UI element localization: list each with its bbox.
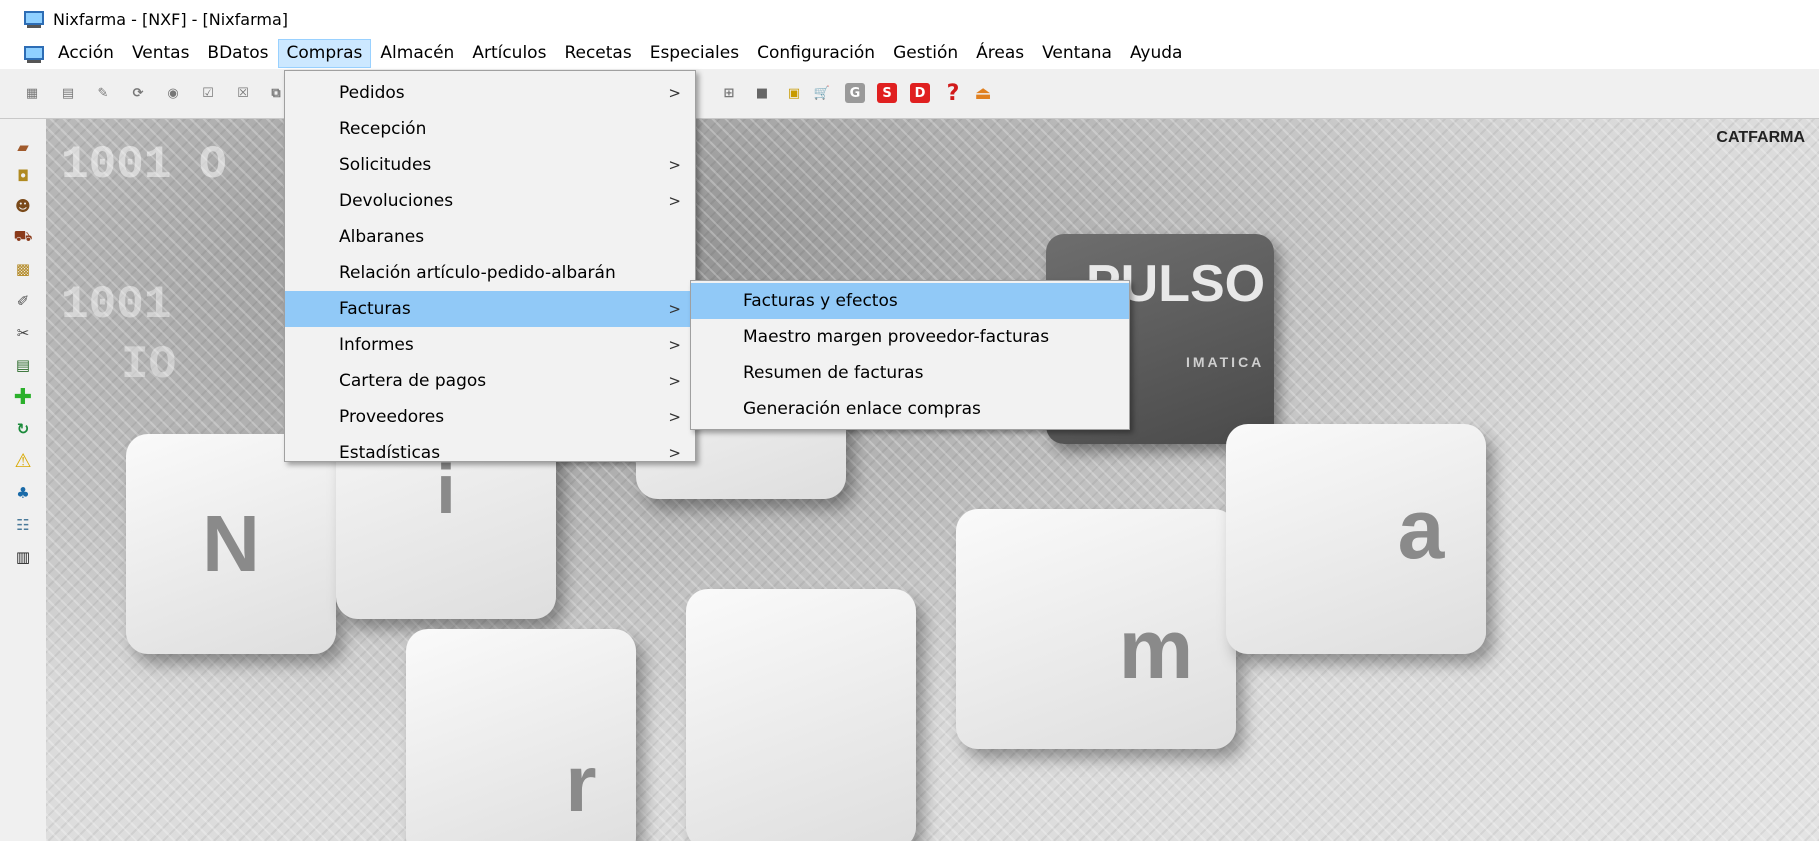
cart-icon-left[interactable]: ⛟ xyxy=(13,227,33,247)
menu-gestion[interactable]: Gestión xyxy=(884,39,967,68)
toolbar: ▦ ▤ ✎ ⟳ ◉ ☑ ☒ ⧉ ⊞ ■ ▣ 🛒 G S D ? ⏏ xyxy=(0,69,1819,119)
chevron-right-icon: > xyxy=(668,156,681,174)
copy-icon[interactable]: ⧉ xyxy=(266,83,286,103)
cancel-box-icon[interactable]: ☒ xyxy=(233,83,253,103)
menu-compras[interactable]: Compras xyxy=(277,39,372,68)
transfer-icon[interactable]: ▣ xyxy=(784,83,804,103)
menu-areas[interactable]: Áreas xyxy=(967,39,1033,68)
submenu-item-generacion-enlace[interactable]: Generación enlace compras xyxy=(691,391,1129,427)
submenu-item-maestro-margen[interactable]: Maestro margen proveedor-facturas xyxy=(691,319,1129,355)
users-icon[interactable]: ♣ xyxy=(13,483,33,503)
pulso-subtitle: IMATICA xyxy=(1186,354,1265,370)
menu-item-relacion[interactable]: Relación artículo-pedido-albarán xyxy=(285,255,695,291)
system-menu-icon[interactable] xyxy=(23,44,45,64)
chevron-right-icon: > xyxy=(668,336,681,354)
edit-icon[interactable]: ✎ xyxy=(93,83,113,103)
menu-recetas[interactable]: Recetas xyxy=(555,39,640,68)
pen-icon[interactable]: ✐ xyxy=(13,291,33,311)
chevron-right-icon: > xyxy=(668,372,681,390)
brand-label: CATFARMA xyxy=(1716,129,1805,146)
menu-ayuda[interactable]: Ayuda xyxy=(1121,39,1192,68)
add-cross-icon[interactable]: ✚ xyxy=(13,385,33,410)
key-r: r xyxy=(406,629,636,841)
menu-item-solicitudes[interactable]: Solicitudes > xyxy=(285,147,695,183)
help-icon[interactable]: ? xyxy=(943,81,963,106)
chevron-right-icon: > xyxy=(668,444,681,462)
window-title: Nixfarma - [NXF] - [Nixfarma] xyxy=(53,9,289,29)
customer-icon[interactable]: ☻ xyxy=(13,196,33,216)
submenu-item-resumen-facturas[interactable]: Resumen de facturas xyxy=(691,355,1129,391)
sync-icon[interactable]: ↻ xyxy=(13,419,33,439)
binoculars-icon[interactable]: ◉ xyxy=(163,83,183,103)
menu-item-pedidos[interactable]: Pedidos > xyxy=(285,75,695,111)
d-button-icon[interactable]: D xyxy=(910,83,930,103)
key-blank-2 xyxy=(686,589,916,841)
title-bar: Nixfarma - [NXF] - [Nixfarma] xyxy=(0,0,1819,38)
key-a: a xyxy=(1226,424,1486,654)
cash-register-icon[interactable]: ▰ xyxy=(13,137,33,157)
menu-bdatos[interactable]: BDatos xyxy=(198,39,277,68)
upload-box-icon[interactable]: ⏏ xyxy=(973,83,993,104)
menu-item-devoluciones[interactable]: Devoluciones > xyxy=(285,183,695,219)
compras-dropdown-menu: Pedidos > Recepción Solicitudes > Devoluci… xyxy=(284,70,696,463)
boxes-icon[interactable]: ▩ xyxy=(13,259,33,279)
menu-configuracion[interactable]: Configuración xyxy=(748,39,884,68)
chevron-right-icon: > xyxy=(668,408,681,426)
binary-text-3: IO xyxy=(121,339,177,391)
chevron-right-icon: > xyxy=(668,300,681,318)
app-icon xyxy=(24,11,44,28)
left-toolbar: ▰ ◘ ☻ ⛟ ▩ ✐ ✂ ▤ ✚ ↻ ⚠ ♣ ☷ ▥ xyxy=(0,119,46,841)
network-icon[interactable]: ⊞ xyxy=(719,83,739,103)
menu-item-estadisticas[interactable]: Estadísticas > xyxy=(285,435,695,471)
grid-icon[interactable]: ▦ xyxy=(22,83,42,103)
key-m: m xyxy=(956,509,1236,749)
submenu-item-facturas-efectos[interactable]: Facturas y efectos xyxy=(691,283,1129,319)
menu-accion[interactable]: Acción xyxy=(49,39,123,68)
binary-text-1: 1001 O xyxy=(61,139,227,191)
facturas-submenu: Facturas y efectos Maestro margen provee… xyxy=(690,280,1130,430)
menu-item-informes[interactable]: Informes > xyxy=(285,327,695,363)
checklist-icon[interactable]: ☑ xyxy=(198,83,218,103)
menu-bar: Acción Ventas BDatos Compras Almacén Art… xyxy=(0,38,1819,69)
binary-text-2: 1001 xyxy=(61,279,172,331)
menu-articulos[interactable]: Artículos xyxy=(463,39,555,68)
chevron-right-icon: > xyxy=(668,84,681,102)
scissors-icon[interactable]: ✂ xyxy=(13,323,33,343)
stop-icon[interactable]: ■ xyxy=(752,83,772,103)
card-icon[interactable]: ◘ xyxy=(13,166,33,186)
s-button-icon[interactable]: S xyxy=(877,83,897,103)
menu-item-facturas[interactable]: Facturas > xyxy=(285,291,695,327)
menu-especiales[interactable]: Especiales xyxy=(641,39,748,68)
g-button-icon[interactable]: G xyxy=(845,83,865,103)
menu-item-cartera-pagos[interactable]: Cartera de pagos > xyxy=(285,363,695,399)
refresh-icon[interactable]: ⟳ xyxy=(128,83,148,103)
chevron-right-icon: > xyxy=(668,192,681,210)
menu-item-recepcion[interactable]: Recepción xyxy=(285,111,695,147)
menu-ventana[interactable]: Ventana xyxy=(1033,39,1121,68)
cart-icon[interactable]: 🛒 xyxy=(812,83,832,103)
menu-ventas[interactable]: Ventas xyxy=(123,39,198,68)
warning-icon[interactable]: ⚠ xyxy=(13,450,33,472)
barcode-icon[interactable]: ▥ xyxy=(13,547,33,567)
printer-icon[interactable]: ▤ xyxy=(13,355,33,375)
menu-almacen[interactable]: Almacén xyxy=(371,39,463,68)
document-icon[interactable]: ▤ xyxy=(58,83,78,103)
menu-item-albaranes[interactable]: Albaranes xyxy=(285,219,695,255)
group-icon[interactable]: ☷ xyxy=(13,515,33,535)
menu-item-proveedores[interactable]: Proveedores > xyxy=(285,399,695,435)
